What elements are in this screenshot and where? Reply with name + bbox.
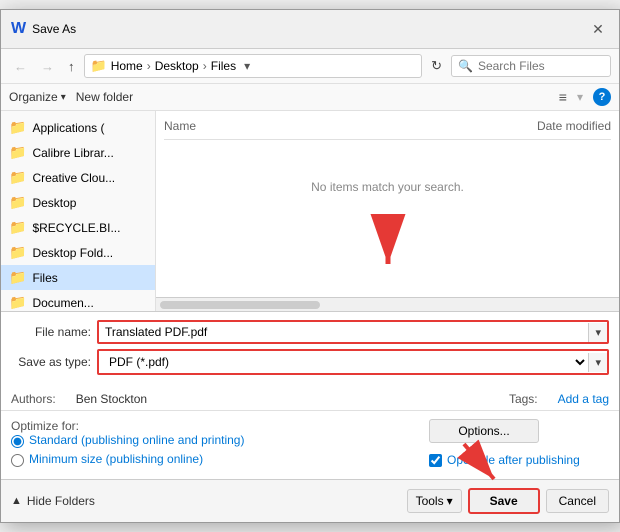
folder-icon: 📁 (9, 294, 26, 311)
sidebar-item-applications[interactable]: 📁 Applications ( (1, 115, 155, 140)
options-section: Optimize for: Standard (publishing onlin… (1, 410, 619, 479)
folder-icon: 📁 (9, 169, 26, 186)
save-as-dialog: W Save As ✕ ← → ↑ 📁 Home › Desktop › Fil… (0, 9, 620, 523)
radio-minimum-input[interactable] (11, 454, 24, 467)
search-icon: 🔍 (458, 59, 473, 73)
breadcrumb[interactable]: 📁 Home › Desktop › Files ▾ (84, 54, 423, 78)
sidebar-item-creative[interactable]: 📁 Creative Clou... (1, 165, 155, 190)
folder-icon: 📁 (9, 194, 26, 211)
watermark: groovyPost.com (164, 287, 611, 297)
save-arrow-svg (454, 439, 504, 489)
title-bar: W Save As ✕ (1, 10, 619, 49)
folder-icon: 📁 (9, 144, 26, 161)
file-area: Name Date modified No items match your s… (156, 111, 619, 297)
save-as-label: Save as type: (11, 355, 91, 369)
no-items-message: No items match your search. (164, 140, 611, 204)
file-list-header: Name Date modified (164, 119, 611, 140)
sidebar-item-documents[interactable]: 📁 Documen... (1, 290, 155, 311)
form-section: File name: ▾ Save as type: PDF (*.pdf) ▾ (1, 311, 619, 388)
chevron-up-icon: ▲ (11, 495, 22, 507)
radio-standard-input[interactable] (11, 435, 24, 448)
folder-icon: 📁 (9, 219, 26, 236)
folder-icon: 📁 (9, 269, 26, 286)
organize-button[interactable]: Organize ▾ (9, 90, 66, 104)
radio-standard-label[interactable]: Standard (publishing online and printing… (29, 433, 244, 447)
open-after-row: Open file after publishing (429, 453, 580, 467)
tags-label: Tags: (509, 392, 538, 406)
refresh-button[interactable]: ↻ (426, 55, 447, 77)
view-toggle-button[interactable]: ≡ (559, 89, 567, 105)
folder-icon: 📁 (9, 244, 26, 261)
right-actions: Options... Open file after publishing (409, 419, 609, 471)
dialog-title: Save As (32, 22, 76, 36)
bottom-bar: ▲ Hide Folders Tools ▾ Save Cancel (1, 479, 619, 522)
save-as-row: Save as type: PDF (*.pdf) ▾ (11, 349, 609, 375)
optimize-label: Optimize for: (11, 419, 79, 433)
new-folder-button[interactable]: New folder (76, 90, 133, 104)
authors-label: Authors: (11, 392, 56, 406)
help-button[interactable]: ? (593, 88, 611, 106)
breadcrumb-desktop: Desktop (155, 59, 199, 73)
col-name: Name (164, 119, 196, 133)
cancel-button[interactable]: Cancel (546, 489, 609, 513)
file-name-input[interactable] (99, 322, 588, 342)
breadcrumb-files: Files (211, 59, 236, 73)
search-bar: 🔍 (451, 55, 611, 77)
sidebar: 📁 Applications ( 📁 Calibre Librar... 📁 C… (1, 111, 156, 311)
tools-arrow-icon: ▾ (447, 494, 453, 508)
up-button[interactable]: ↑ (63, 56, 80, 77)
file-name-row: File name: ▾ (11, 320, 609, 344)
main-content: 📁 Applications ( 📁 Calibre Librar... 📁 C… (1, 111, 619, 311)
authors-value: Ben Stockton (76, 392, 147, 406)
radio-minimum-label[interactable]: Minimum size (publishing online) (29, 452, 203, 466)
navigation-toolbar: ← → ↑ 📁 Home › Desktop › Files ▾ ↻ 🔍 (1, 49, 619, 84)
save-as-select[interactable]: PDF (*.pdf) (99, 351, 588, 373)
breadcrumb-dropdown[interactable]: ▾ (244, 59, 250, 73)
file-name-label: File name: (11, 325, 91, 339)
file-name-input-wrap: ▾ (97, 320, 609, 344)
sidebar-item-desktop[interactable]: 📁 Desktop (1, 190, 155, 215)
sidebar-item-calibre[interactable]: 📁 Calibre Librar... (1, 140, 155, 165)
back-button[interactable]: ← (9, 56, 32, 77)
file-area-wrapper: Name Date modified No items match your s… (156, 111, 619, 311)
sidebar-item-desktopfold[interactable]: 📁 Desktop Fold... (1, 240, 155, 265)
word-icon: W (11, 20, 26, 38)
file-name-dropdown[interactable]: ▾ (588, 323, 607, 342)
folder-icon: 📁 (91, 58, 107, 74)
sidebar-item-files[interactable]: 📁 Files (1, 265, 155, 290)
breadcrumb-home: Home (111, 59, 143, 73)
bottom-wrapper: ▲ Hide Folders Tools ▾ Save Cancel (1, 479, 619, 522)
close-button[interactable]: ✕ (587, 18, 609, 40)
folder-icon: 📁 (9, 119, 26, 136)
tools-button[interactable]: Tools ▾ (407, 489, 462, 513)
add-tag-link[interactable]: Add a tag (558, 392, 609, 406)
radio-minimum: Minimum size (publishing online) (11, 452, 409, 467)
meta-row: Authors: Ben Stockton Tags: Add a tag (1, 388, 619, 410)
save-as-arrow[interactable]: ▾ (588, 353, 607, 372)
red-arrow-down (363, 214, 413, 274)
horizontal-scrollbar[interactable] (156, 297, 619, 311)
save-arrow-indicator (454, 439, 504, 492)
search-input[interactable] (478, 59, 604, 73)
sidebar-item-recycle[interactable]: 📁 $RECYCLE.BI... (1, 215, 155, 240)
radio-standard: Standard (publishing online and printing… (11, 433, 409, 448)
bottom-right-actions: Tools ▾ Save Cancel (407, 488, 609, 514)
hide-folders-button[interactable]: ▲ Hide Folders (11, 494, 95, 508)
open-after-checkbox[interactable] (429, 454, 442, 467)
forward-button[interactable]: → (36, 56, 59, 77)
col-date: Date modified (537, 119, 611, 133)
save-as-select-wrap: PDF (*.pdf) ▾ (97, 349, 609, 375)
optimize-group: Optimize for: Standard (publishing onlin… (11, 419, 409, 471)
